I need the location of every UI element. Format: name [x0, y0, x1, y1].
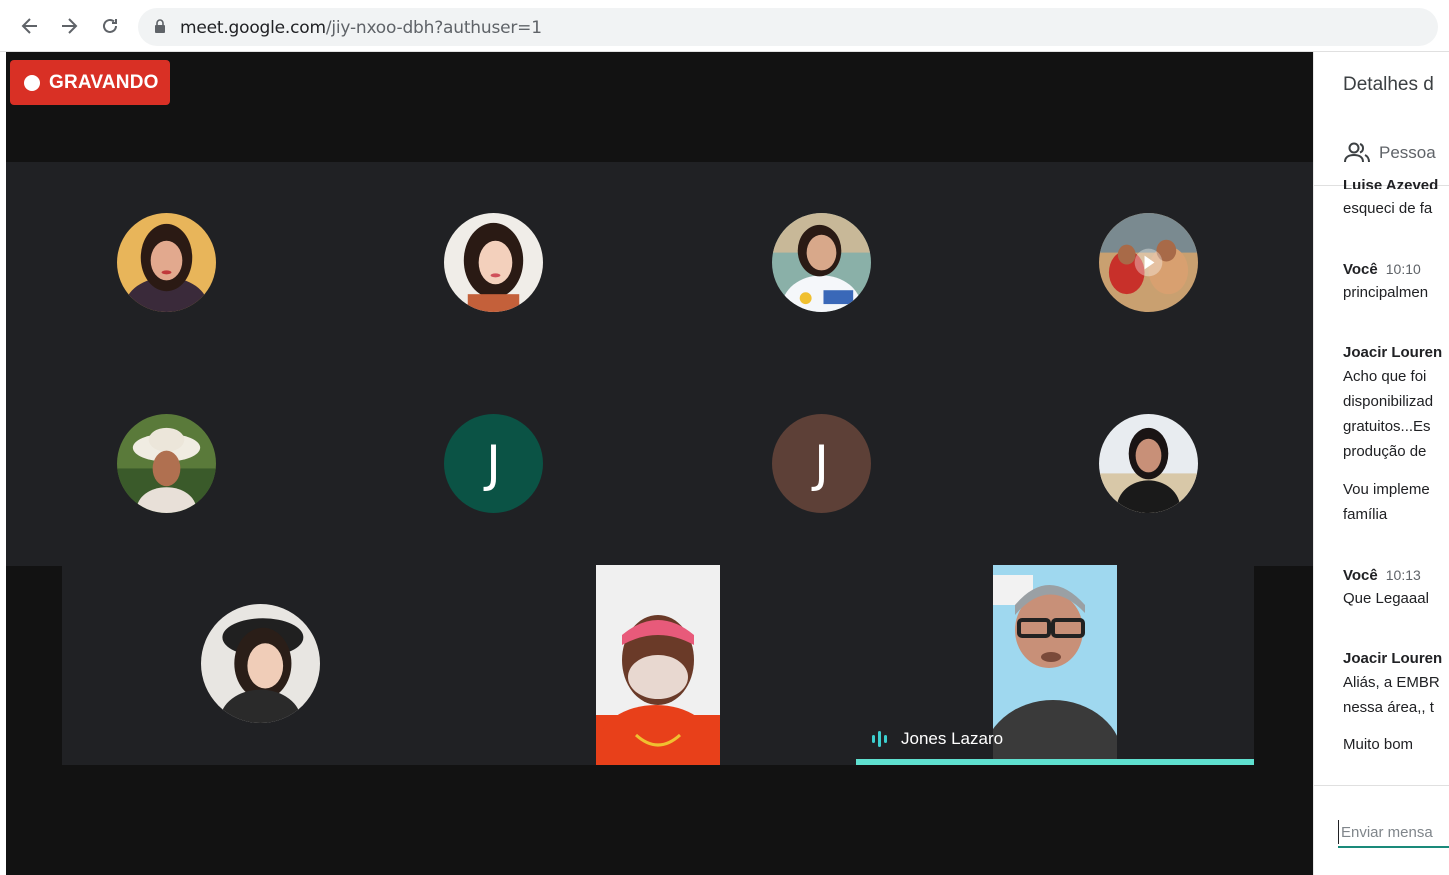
chat-message: gratuitos...Es	[1343, 418, 1431, 435]
people-tab-label: Pessoa	[1379, 143, 1436, 162]
lock-icon	[154, 19, 168, 35]
chat-message: Acho que foi	[1343, 368, 1427, 385]
reload-icon[interactable]	[97, 13, 123, 39]
meeting-details-panel: Detalhes d Pessoa Luise Azeved esqueci d…	[1313, 52, 1449, 875]
chat-message: Aliás, a EMBR	[1343, 674, 1440, 691]
chat-message: Vou impleme	[1343, 481, 1430, 498]
speaker-name: Jones Lazaro	[901, 729, 1004, 748]
participant-avatar[interactable]	[1099, 213, 1198, 312]
browser-toolbar: meet.google.com/jiy-nxoo-dbh?authuser=1	[0, 0, 1449, 52]
input-underline	[1338, 846, 1449, 848]
people-icon	[1344, 142, 1370, 163]
participant-avatar[interactable]	[117, 414, 216, 513]
chat-message: esqueci de fa	[1343, 200, 1433, 217]
chat-sender: Luise Azeved	[1343, 179, 1439, 189]
forward-arrow-icon[interactable]	[56, 13, 82, 39]
participant-avatar[interactable]	[444, 213, 543, 312]
participant-avatar[interactable]	[201, 604, 320, 723]
url-text[interactable]: meet.google.com/jiy-nxoo-dbh?authuser=1	[180, 18, 542, 38]
back-arrow-icon[interactable]	[17, 13, 43, 39]
panel-title: Detalhes d	[1343, 74, 1434, 95]
record-dot-icon	[24, 74, 40, 91]
participant-avatar-letter[interactable]: J	[444, 414, 543, 513]
recording-label: GRAVANDO	[49, 71, 159, 93]
chat-sender: Joacir Louren	[1343, 650, 1443, 667]
participant-avatar[interactable]	[117, 213, 216, 312]
active-speaker-label: Jones Lazaro	[856, 719, 1254, 759]
chat-sender: Você 10:13	[1343, 567, 1421, 584]
recording-badge: GRAVANDO	[10, 60, 170, 105]
chat-message: Muito bom	[1343, 736, 1414, 753]
chat-message: principalmen	[1343, 284, 1429, 301]
audio-level-icon	[872, 731, 887, 747]
chat-message: Que Legaaal	[1343, 590, 1429, 607]
chat-sender: Joacir Louren	[1343, 344, 1443, 361]
participant-video[interactable]	[596, 565, 720, 765]
avatar-initial: J	[814, 434, 829, 493]
participant-avatar[interactable]	[772, 213, 871, 312]
chat-message: nessa área,, t	[1343, 699, 1434, 716]
participant-avatar[interactable]	[1099, 414, 1198, 513]
chat-message-input[interactable]	[1338, 820, 1449, 844]
avatar-initial: J	[486, 434, 501, 493]
chat-message: família	[1343, 506, 1388, 523]
chat-sender: Você 10:10	[1343, 261, 1421, 278]
tab-people[interactable]: Pessoa	[1343, 142, 1436, 164]
chat-message: produção de	[1343, 443, 1427, 460]
active-speaker-indicator	[856, 759, 1254, 765]
meeting-stage: GRAVANDO J J Jones Lazaro	[6, 52, 1313, 875]
chat-message: disponibilizad	[1343, 393, 1434, 410]
divider	[1314, 785, 1449, 786]
participant-avatar-letter[interactable]: J	[772, 414, 871, 513]
